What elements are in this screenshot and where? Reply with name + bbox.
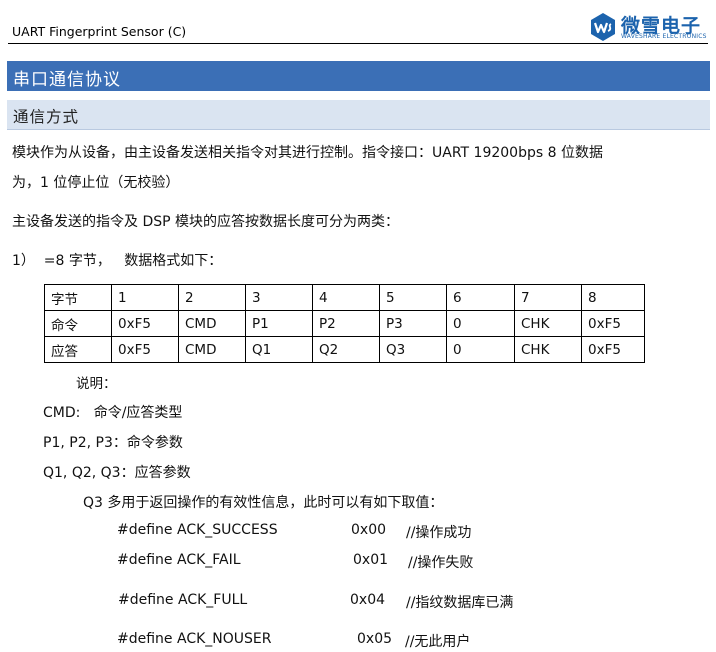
list-item-8-bytes: 1） =8 字节， 数据格式如下： [12,253,223,269]
section-heading-text: 串口通信协议 [13,70,121,90]
table-cell: 1 [111,284,179,311]
waveshare-logo: 微雪电子 WAVESHARE ELECTRONICS [588,12,708,42]
note-q3-description: Q3 多用于返回操作的有效性信息，此时可以有如下取值： [83,495,444,511]
table-cell: 0 [446,310,515,337]
paragraph-intro-line2: 为，1 位停止位（无校验） [12,175,180,191]
table-cell: 8 [581,284,645,311]
table-cell: CMD [178,336,246,363]
paragraph-length-classes: 主设备发送的指令及 DSP 模块的应答按数据长度可分为两类： [12,214,400,230]
header-divider [8,43,708,44]
table-cell: 命令 [44,310,112,337]
table-cell: 0xF5 [111,310,179,337]
define-name: #define ACK_SUCCESS [117,522,278,538]
table-cell: P3 [379,310,447,337]
table-cell: CMD [178,310,246,337]
table-cell: Q3 [379,336,447,363]
table-cell: P2 [312,310,380,337]
command-format-table: 字节 1 2 3 4 5 6 7 8 命令 0xF5 CMD P1 P2 P3 … [44,284,645,363]
table-cell: 6 [446,284,515,311]
section-heading-serial-protocol: 串口通信协议 [7,61,710,91]
table-cell: 0xF5 [111,336,179,363]
table-cell: 应答 [44,336,112,363]
note-p-params: P1, P2, P3：命令参数 [43,435,183,451]
define-comment: //操作失败 [408,555,474,571]
table-cell: 5 [379,284,447,311]
define-name: #define ACK_FULL [118,592,248,608]
define-value: 0x01 [353,552,389,568]
define-comment: //操作成功 [406,525,472,541]
note-q-params: Q1, Q2, Q3：应答参数 [43,465,191,481]
waveshare-logo-icon [591,13,615,41]
notes-title: 说明： [76,376,117,392]
table-cell: P1 [245,310,313,337]
table-cell: 0 [446,336,515,363]
logo-english-text: WAVESHARE ELECTRONICS [621,33,707,40]
paragraph-intro-line1: 模块作为从设备，由主设备发送相关指令对其进行控制。指令接口：UART 19200… [12,145,603,161]
table-cell: 7 [514,284,582,311]
table-cell: 4 [312,284,380,311]
table-cell: 0xF5 [581,310,645,337]
define-value: 0x04 [350,592,386,608]
note-cmd: CMD: 命令/应答类型 [43,405,183,421]
subsection-heading-text: 通信方式 [13,108,80,126]
table-cell: CHK [514,310,582,337]
table-row-bytes: 字节 1 2 3 4 5 6 7 8 [44,284,645,311]
define-comment: //无此用户 [405,634,471,650]
define-value: 0x00 [351,522,387,538]
table-cell: Q1 [245,336,313,363]
document-header-title: UART Fingerprint Sensor (C) [12,24,187,39]
table-row-response: 应答 0xF5 CMD Q1 Q2 Q3 0 CHK 0xF5 [44,336,645,363]
table-cell: 2 [178,284,246,311]
define-value: 0x05 [357,631,393,647]
table-cell: Q2 [312,336,380,363]
subsection-heading-communication-mode: 通信方式 [7,100,710,130]
table-cell: 0xF5 [581,336,645,363]
table-cell: 字节 [44,284,112,311]
define-name: #define ACK_NOUSER [117,631,272,647]
table-cell: 3 [245,284,313,311]
table-cell: CHK [514,336,582,363]
table-row-command: 命令 0xF5 CMD P1 P2 P3 0 CHK 0xF5 [44,310,645,337]
define-comment: //指纹数据库已满 [406,595,514,611]
define-name: #define ACK_FAIL [117,552,241,568]
